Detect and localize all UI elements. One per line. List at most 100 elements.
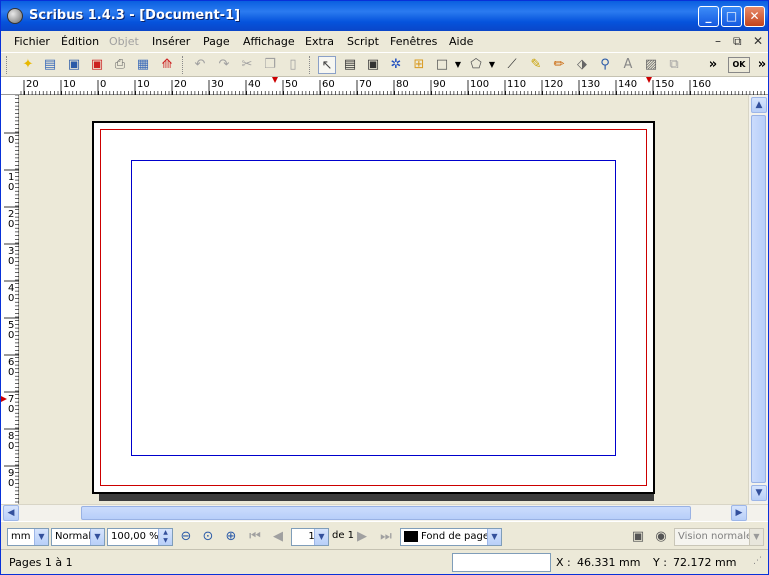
- ruler-label: 20: [174, 79, 187, 90]
- scroll-right-button[interactable]: ▶: [731, 505, 747, 521]
- chevron-down-icon[interactable]: ▼: [487, 56, 497, 74]
- eye-dropper-icon[interactable]: ▨: [642, 56, 660, 74]
- scribus-app-icon[interactable]: [7, 8, 23, 24]
- ruler-label: 0: [8, 256, 14, 267]
- chevron-down-icon[interactable]: ▼: [453, 56, 463, 74]
- unit-value: mm: [11, 531, 31, 542]
- render-frame-icon[interactable]: ✲: [387, 56, 405, 74]
- close-button[interactable]: ✕: [744, 6, 765, 27]
- horizontal-scroll-thumb[interactable]: [81, 506, 691, 520]
- toolbar-grip[interactable]: [309, 56, 312, 74]
- toolbar-grip[interactable]: [182, 56, 185, 74]
- ruler-label: 10: [137, 79, 150, 90]
- toolbar-overflow-button-2[interactable]: »: [753, 56, 769, 74]
- chevron-down-icon[interactable]: ▼: [749, 529, 763, 545]
- unit-select[interactable]: mm ▼: [7, 528, 49, 546]
- export-pdf-icon[interactable]: ⟰: [158, 56, 176, 74]
- new-document-icon[interactable]: ✦: [19, 56, 37, 74]
- menu-affichage[interactable]: Affichage: [243, 35, 295, 48]
- document-minimize-button[interactable]: –: [715, 34, 721, 48]
- table-icon[interactable]: ⊞: [410, 56, 428, 74]
- preview-mode-icon[interactable]: ▣: [629, 528, 647, 546]
- document-page[interactable]: [92, 121, 655, 494]
- chevron-down-icon[interactable]: ▼: [90, 529, 104, 545]
- freehand-line-icon[interactable]: ✏: [550, 56, 568, 74]
- link-text-frames-icon[interactable]: ⧉: [665, 56, 683, 74]
- pages-status: Pages 1 à 1: [9, 556, 73, 569]
- ok-button[interactable]: OK: [728, 57, 750, 73]
- page-number-select[interactable]: 1 ▼: [291, 528, 329, 546]
- ruler-marker: [646, 77, 652, 83]
- title-bar[interactable]: Scribus 1.4.3 - [Document-1] _ □ ✕: [1, 1, 768, 31]
- maximize-button[interactable]: □: [721, 6, 742, 27]
- scroll-up-button[interactable]: ▲: [751, 97, 767, 113]
- cut-icon[interactable]: ✂: [238, 56, 256, 74]
- next-page-icon[interactable]: ▶: [353, 528, 371, 546]
- preflight-icon[interactable]: ▦: [134, 56, 152, 74]
- first-page-icon[interactable]: ⏮: [246, 528, 264, 546]
- ruler-label: 0: [8, 441, 14, 452]
- edit-text-icon[interactable]: A: [619, 56, 637, 74]
- layer-select[interactable]: Fond de page ▼: [400, 528, 502, 546]
- menu-aide[interactable]: Aide: [449, 35, 473, 48]
- horizontal-scrollbar[interactable]: ◀ ▶: [1, 504, 768, 521]
- menu-page[interactable]: Page: [203, 35, 230, 48]
- open-document-icon[interactable]: ▤: [41, 56, 59, 74]
- close-document-icon[interactable]: ▣: [88, 56, 106, 74]
- menu-edition[interactable]: Édition: [61, 35, 99, 48]
- text-frame-icon[interactable]: ▤: [341, 56, 359, 74]
- zoom-icon[interactable]: ⚲: [596, 56, 614, 74]
- chevron-down-icon[interactable]: ▼: [314, 529, 328, 545]
- zoom-out-icon[interactable]: ⊖: [177, 528, 195, 546]
- zoom-in-icon[interactable]: ⊕: [222, 528, 240, 546]
- view-mode-value: Vision normale: [678, 531, 753, 542]
- paste-icon[interactable]: ▯: [284, 56, 302, 74]
- view-mode-select[interactable]: Vision normale ▼: [674, 528, 764, 546]
- layer-value: Fond de page: [421, 531, 490, 542]
- bezier-curve-icon[interactable]: ✎: [527, 56, 545, 74]
- menu-fichier[interactable]: Fichier: [14, 35, 50, 48]
- last-page-icon[interactable]: ⏭: [377, 528, 395, 546]
- menu-extra[interactable]: Extra: [305, 35, 334, 48]
- vertical-scrollbar[interactable]: ▲ ▼: [748, 95, 768, 504]
- menu-fenetres[interactable]: Fenêtres: [390, 35, 437, 48]
- save-icon[interactable]: ▣: [65, 56, 83, 74]
- polygon-icon[interactable]: ⬠: [467, 56, 485, 74]
- vertical-ruler[interactable]: 0102030405060708090: [1, 94, 19, 504]
- document-canvas[interactable]: [19, 95, 748, 504]
- toolbar-grip[interactable]: [6, 56, 9, 74]
- ruler-label: 0: [8, 293, 14, 304]
- horizontal-ruler[interactable]: 20 10 0 10 20 30 40 50 60 70 80 90 100 110 120 130 140 15…: [1, 77, 768, 95]
- shape-icon[interactable]: □: [433, 56, 451, 74]
- zoom-100-icon[interactable]: ⊙: [199, 528, 217, 546]
- rotate-icon[interactable]: ⬗: [573, 56, 591, 74]
- minimize-button[interactable]: _: [698, 6, 719, 27]
- image-frame-icon[interactable]: ▣: [364, 56, 382, 74]
- redo-icon[interactable]: ↷: [215, 56, 233, 74]
- scroll-left-button[interactable]: ◀: [3, 505, 19, 521]
- line-icon[interactable]: ⟋: [503, 56, 521, 74]
- chevron-down-icon[interactable]: ▼: [34, 529, 48, 545]
- undo-icon[interactable]: ↶: [191, 56, 209, 74]
- print-icon[interactable]: ⎙: [111, 56, 129, 74]
- resize-grip-icon[interactable]: ⋰: [753, 556, 762, 566]
- chevron-down-icon[interactable]: ▼: [487, 529, 501, 545]
- toolbar-overflow-button[interactable]: »: [704, 56, 722, 74]
- vertical-scroll-thumb[interactable]: [751, 115, 766, 483]
- ruler-label: 80: [396, 79, 409, 90]
- previous-page-icon[interactable]: ◀: [269, 528, 287, 546]
- menu-objet[interactable]: Objet: [109, 35, 139, 48]
- document-restore-button[interactable]: ⧉: [733, 34, 742, 49]
- eye-icon[interactable]: ◉: [652, 528, 670, 546]
- menu-script[interactable]: Script: [347, 35, 379, 48]
- copy-icon[interactable]: ❐: [261, 56, 279, 74]
- render-quality-select[interactable]: Normal ▼: [51, 528, 105, 546]
- scroll-down-button[interactable]: ▼: [751, 485, 767, 501]
- ruler-label: 110: [507, 79, 526, 90]
- stepper-icon[interactable]: ▲ ▼: [158, 529, 172, 545]
- document-close-button[interactable]: ✕: [753, 34, 763, 48]
- select-item-icon[interactable]: ↖: [318, 56, 336, 74]
- zoom-input[interactable]: 100,00 % ▲ ▼: [107, 528, 173, 546]
- ruler-label: 0: [8, 219, 14, 230]
- menu-inserer[interactable]: Insérer: [152, 35, 190, 48]
